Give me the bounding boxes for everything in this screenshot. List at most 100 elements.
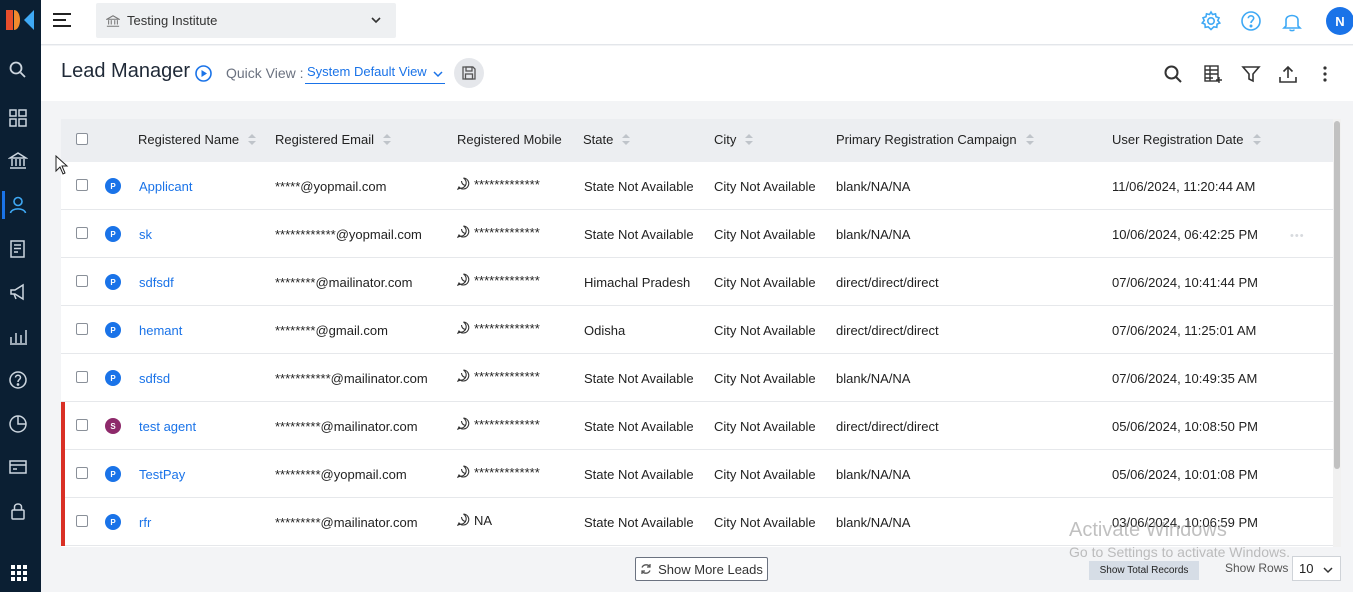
add-column-icon[interactable] bbox=[1203, 64, 1223, 84]
row-checkbox[interactable] bbox=[76, 371, 88, 383]
play-tutorial-icon[interactable] bbox=[195, 65, 212, 82]
institute-selector[interactable]: Testing Institute bbox=[96, 3, 396, 38]
row-checkbox[interactable] bbox=[76, 323, 88, 335]
sort-icon[interactable] bbox=[248, 133, 257, 146]
filter-icon[interactable] bbox=[1241, 64, 1261, 84]
rail-apps-grid-icon[interactable] bbox=[10, 564, 30, 584]
rail-institute-icon[interactable] bbox=[7, 151, 29, 171]
column-header-registered-name[interactable]: Registered Name bbox=[138, 132, 257, 147]
activate-windows-watermark: Activate Windows Go to Settings to activ… bbox=[1069, 519, 1290, 560]
lead-mobile-value: ************* bbox=[474, 321, 540, 336]
app-logo-icon[interactable] bbox=[4, 8, 36, 32]
lead-email: *********@yopmail.com bbox=[275, 467, 407, 482]
table-row[interactable]: P TestPay *********@yopmail.com ***********… bbox=[61, 450, 1333, 498]
column-header-user-registration-date[interactable]: User Registration Date bbox=[1112, 132, 1261, 147]
lead-mobile-value: ************* bbox=[474, 177, 540, 192]
lead-mobile-value: NA bbox=[474, 513, 493, 528]
row-checkbox[interactable] bbox=[76, 179, 88, 191]
rows-per-page-select[interactable]: 10 bbox=[1292, 556, 1341, 581]
rail-analytics-icon[interactable] bbox=[8, 326, 28, 346]
lead-email: ************@yopmail.com bbox=[275, 227, 422, 242]
sort-icon[interactable] bbox=[1025, 133, 1034, 146]
hamburger-menu-icon[interactable] bbox=[52, 12, 72, 28]
show-more-leads-button[interactable]: Show More Leads bbox=[635, 557, 768, 581]
lead-state: State Not Available bbox=[584, 227, 694, 242]
column-header-registered-email[interactable]: Registered Email bbox=[275, 132, 391, 147]
lead-campaign: blank/NA/NA bbox=[836, 515, 911, 530]
lead-type-badge: P bbox=[105, 178, 121, 194]
lead-city: City Not Available bbox=[714, 323, 816, 338]
row-actions-menu[interactable]: ••• bbox=[1290, 230, 1305, 242]
sort-icon[interactable] bbox=[1252, 133, 1261, 146]
table-row[interactable]: P Applicant *****@yopmail.com *************… bbox=[61, 162, 1333, 210]
quick-view-select[interactable]: System Default View bbox=[305, 62, 445, 84]
show-total-records-button[interactable]: Show Total Records bbox=[1089, 561, 1199, 580]
rail-pie-chart-icon[interactable] bbox=[8, 414, 28, 434]
sort-icon[interactable] bbox=[745, 133, 754, 146]
table-row[interactable]: Phemant ********@gmail.com ************* Od… bbox=[61, 306, 1333, 354]
lead-mobile-value: ************* bbox=[474, 273, 540, 288]
rail-help-icon[interactable] bbox=[8, 370, 28, 390]
lead-email: ***********@mailinator.com bbox=[275, 371, 428, 386]
lead-registration-date: 10/06/2024, 06:42:25 PM bbox=[1112, 227, 1259, 242]
lead-name-link[interactable]: rfr bbox=[139, 515, 151, 530]
settings-icon[interactable] bbox=[1200, 10, 1222, 32]
lead-mobile: ************* bbox=[457, 321, 540, 336]
column-header-registered-mobile: Registered Mobile bbox=[457, 132, 562, 147]
rail-form-icon[interactable] bbox=[8, 239, 28, 259]
row-checkbox[interactable] bbox=[76, 515, 88, 527]
lead-name-link[interactable]: sdfsd bbox=[139, 371, 170, 386]
lead-mobile-value: ************* bbox=[474, 417, 540, 432]
lead-state: State Not Available bbox=[584, 371, 694, 386]
refresh-icon bbox=[641, 564, 651, 574]
row-checkbox[interactable] bbox=[76, 467, 88, 479]
lead-mobile: ************* bbox=[457, 465, 540, 480]
mouse-cursor-icon bbox=[55, 155, 69, 175]
lead-name-link[interactable]: hemant bbox=[139, 323, 182, 338]
lead-email: ********@gmail.com bbox=[275, 323, 388, 338]
lead-name-link[interactable]: TestPay bbox=[139, 467, 185, 482]
column-header-primary-registration-campaign[interactable]: Primary Registration Campaign bbox=[836, 132, 1034, 147]
lead-name-link[interactable]: Applicant bbox=[139, 179, 192, 194]
lead-type-badge: P bbox=[105, 466, 121, 482]
whatsapp-icon bbox=[457, 225, 470, 238]
row-checkbox[interactable] bbox=[76, 227, 88, 239]
rail-user-icon[interactable] bbox=[2, 191, 28, 219]
search-icon[interactable] bbox=[1163, 64, 1183, 84]
table-row[interactable]: Psdfsd ***********@mailinator.com ********… bbox=[61, 354, 1333, 402]
rail-dashboard-icon[interactable] bbox=[8, 108, 28, 128]
lead-name-link[interactable]: sdfsdf bbox=[139, 275, 174, 290]
lead-type-badge: P bbox=[105, 514, 121, 530]
row-checkbox[interactable] bbox=[76, 275, 88, 287]
leads-table: Registered Name Registered Email Registe… bbox=[61, 119, 1333, 547]
table-row[interactable]: Stest agent *********@mailinator.com *****… bbox=[61, 402, 1333, 450]
save-view-button[interactable] bbox=[454, 58, 484, 88]
lead-state: Himachal Pradesh bbox=[584, 275, 691, 290]
user-avatar[interactable]: N bbox=[1326, 7, 1353, 35]
upload-icon[interactable] bbox=[1278, 64, 1298, 84]
lead-type-badge: S bbox=[105, 418, 121, 434]
table-row[interactable]: Psdfsdf ********@mailinator.com **********… bbox=[61, 258, 1333, 306]
rail-lock-icon[interactable] bbox=[8, 501, 28, 521]
more-vertical-icon[interactable] bbox=[1315, 64, 1335, 84]
rail-megaphone-icon[interactable] bbox=[8, 282, 28, 302]
bell-icon[interactable] bbox=[1281, 10, 1303, 32]
sort-icon[interactable] bbox=[622, 133, 631, 146]
column-header-state[interactable]: State bbox=[583, 132, 631, 147]
lead-name-link[interactable]: test agent bbox=[139, 419, 196, 434]
sort-icon[interactable] bbox=[383, 133, 391, 146]
select-all-checkbox[interactable] bbox=[76, 133, 88, 145]
lead-mobile: NA bbox=[457, 513, 492, 528]
lead-name-link[interactable]: sk bbox=[139, 227, 152, 242]
table-scrollbar-thumb[interactable] bbox=[1334, 121, 1340, 469]
column-header-city[interactable]: City bbox=[714, 132, 754, 147]
table-row[interactable]: Psk ************@yopmail.com *************… bbox=[61, 210, 1333, 258]
help-icon[interactable] bbox=[1240, 10, 1262, 32]
rail-search-icon[interactable] bbox=[8, 60, 28, 80]
lead-registration-date: 07/06/2024, 10:49:35 AM bbox=[1112, 371, 1258, 386]
rail-payment-icon[interactable] bbox=[8, 457, 28, 477]
institute-name: Testing Institute bbox=[127, 13, 218, 28]
row-checkbox[interactable] bbox=[76, 419, 88, 431]
lead-city: City Not Available bbox=[714, 227, 816, 242]
whatsapp-icon bbox=[457, 369, 470, 382]
